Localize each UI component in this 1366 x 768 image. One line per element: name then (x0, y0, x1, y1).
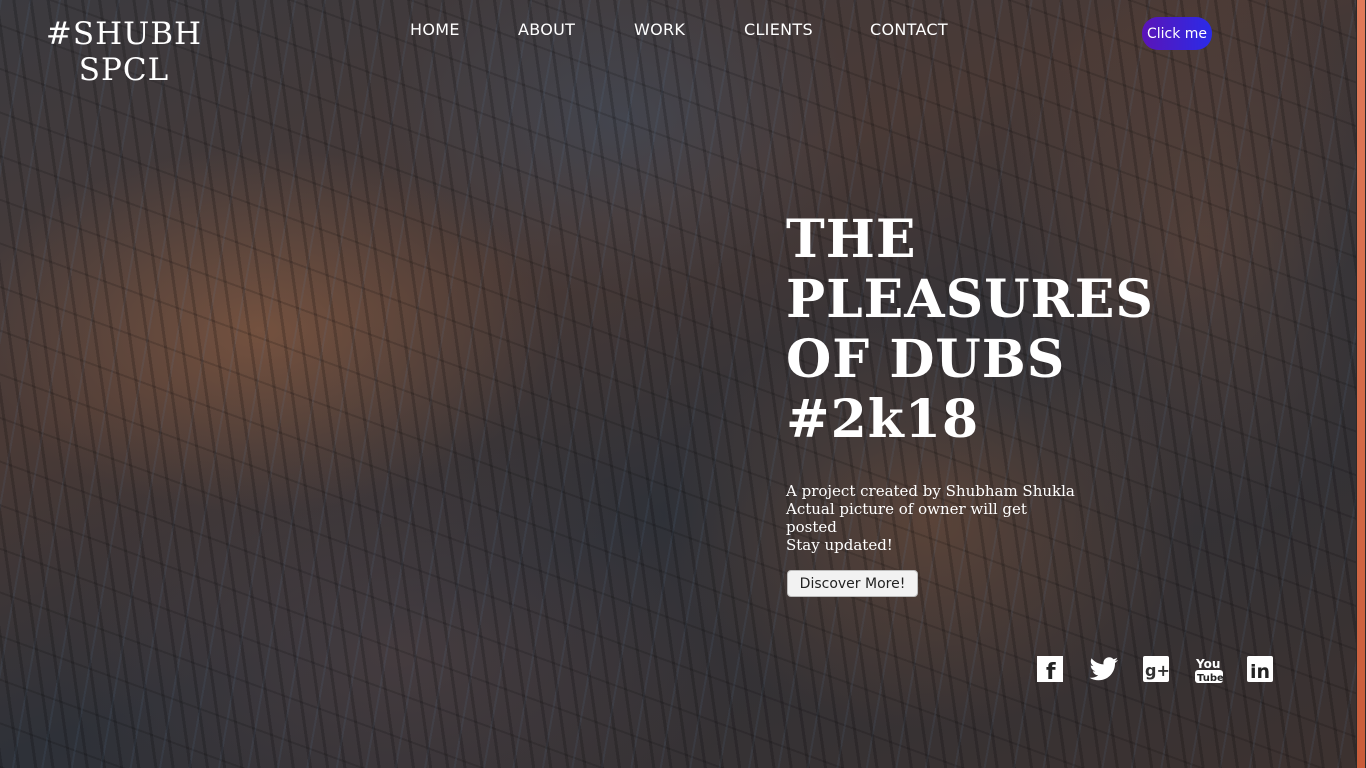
nav-contact[interactable]: CONTACT (870, 20, 948, 39)
google-plus-icon[interactable]: g+ (1142, 655, 1172, 685)
nav-clients[interactable]: CLIENTS (744, 20, 813, 39)
discover-more-button[interactable]: Discover More! (787, 570, 918, 597)
hero-title-line: #2k18 (786, 389, 980, 450)
hero-description-line: A project created by Shubham Shukla (786, 482, 1075, 500)
hero-description-line: Actual picture of owner will get (786, 500, 1027, 518)
nav-work[interactable]: WORK (634, 20, 685, 39)
hero-title-line: PLEASURES (786, 269, 1154, 330)
hero-description: A project created by Shubham Shukla Actu… (786, 482, 1086, 554)
youtube-glyph-bottom: Tube (1197, 673, 1224, 684)
hero-title-line: OF DUBS (786, 329, 1066, 390)
logo-line-1: #SHUBH (45, 16, 203, 52)
click-me-button[interactable]: Click me (1142, 17, 1212, 50)
nav-home[interactable]: HOME (410, 20, 460, 39)
site-logo[interactable]: #SHUBH SPCL (40, 16, 208, 88)
youtube-icon[interactable]: You Tube (1194, 655, 1224, 685)
hero-title: THE PLEASURES OF DUBS #2k18 (786, 210, 1206, 450)
facebook-icon[interactable]: f (1036, 655, 1066, 685)
scrollbar-thumb[interactable] (1357, 0, 1365, 768)
linkedin-glyph: in (1250, 661, 1270, 683)
hero-description-line: posted (786, 518, 837, 536)
youtube-glyph-top: You (1195, 657, 1220, 671)
hero-title-line: THE (786, 209, 917, 270)
google-plus-glyph: g+ (1145, 661, 1170, 680)
nav-about[interactable]: ABOUT (518, 20, 575, 39)
twitter-icon[interactable] (1088, 655, 1118, 685)
logo-line-2: SPCL (78, 52, 170, 88)
hero-description-line: Stay updated! (786, 536, 893, 554)
page-scrollbar[interactable] (1356, 0, 1366, 768)
facebook-glyph: f (1046, 660, 1056, 683)
linkedin-icon[interactable]: in (1246, 655, 1276, 685)
